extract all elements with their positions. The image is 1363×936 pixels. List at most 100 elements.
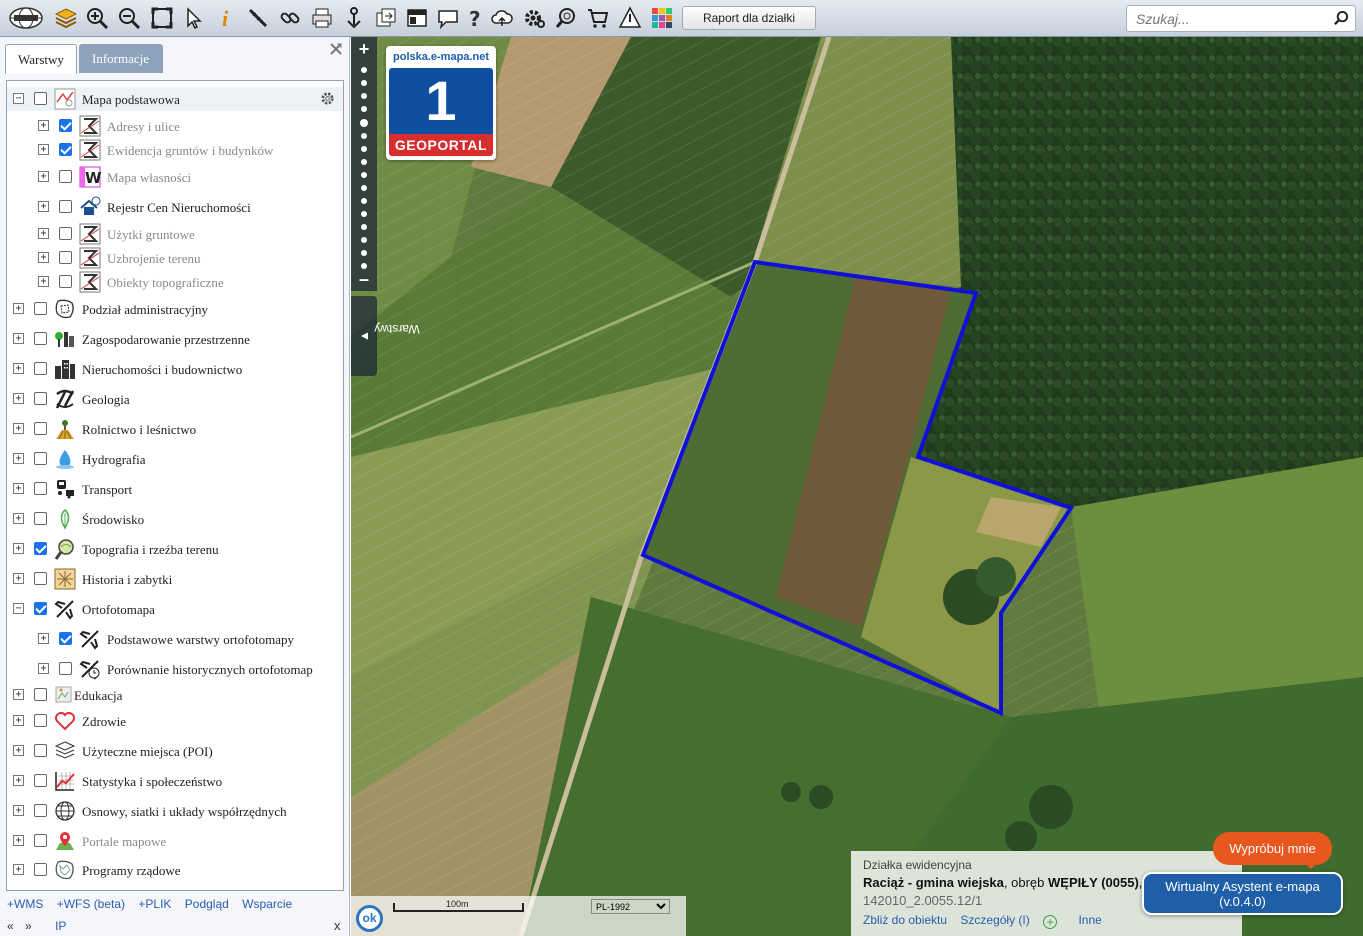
layer-row[interactable]: + Geologia (7, 387, 343, 411)
link-icon[interactable] (277, 5, 303, 31)
add-circle-icon[interactable]: + (1043, 915, 1058, 929)
zoom-level-dot[interactable] (361, 80, 367, 86)
layer-checkbox[interactable] (34, 332, 47, 345)
layer-checkbox[interactable] (59, 251, 72, 264)
layer-row[interactable]: − Mapa podstawowa (7, 87, 343, 111)
layer-row[interactable]: + Podstawowe warstwy ortofotomapy (7, 627, 343, 651)
layer-row[interactable]: + Adresy i ulice (7, 114, 343, 138)
layer-row[interactable]: + Portale mapowe (7, 829, 343, 853)
layer-checkbox[interactable] (34, 92, 47, 105)
layer-row[interactable]: + Zagospodarowanie przestrzenne (7, 327, 343, 351)
layer-checkbox[interactable] (34, 512, 47, 525)
add-wms-link[interactable]: +WMS (7, 897, 43, 911)
expand-toggle[interactable]: + (13, 805, 24, 816)
expand-toggle[interactable]: + (38, 144, 49, 155)
layer-row[interactable]: − Ortofotomapa (7, 597, 343, 621)
layers-vertical-tab[interactable]: ▲ Warstwy (351, 296, 420, 376)
cart-icon[interactable] (585, 5, 611, 31)
layout-icon[interactable] (404, 5, 430, 31)
zoom-level-dot[interactable] (361, 159, 367, 165)
collapse-toggle[interactable]: − (13, 603, 24, 614)
color-grid-icon[interactable] (649, 5, 675, 31)
expand-toggle[interactable]: + (38, 276, 49, 287)
ip-link[interactable]: IP (55, 919, 66, 933)
find-icon[interactable] (553, 5, 579, 31)
expand-toggle[interactable]: + (13, 363, 24, 374)
add-wfs-link[interactable]: +WFS (beta) (57, 897, 125, 911)
layer-row[interactable]: + Użytki gruntowe (7, 222, 343, 246)
zoom-level-dot[interactable] (361, 67, 367, 73)
layer-checkbox[interactable] (34, 714, 47, 727)
layer-row[interactable]: + Osnowy, siatki i układy współrzędnych (7, 799, 343, 823)
measure-icon[interactable] (245, 5, 271, 31)
expand-toggle[interactable]: + (38, 201, 49, 212)
expand-toggle[interactable]: + (38, 228, 49, 239)
crs-select[interactable]: PL-1992 (591, 899, 670, 914)
zoom-level-dot[interactable] (361, 133, 367, 139)
tab-informacje[interactable]: Informacje (79, 44, 163, 73)
expand-toggle[interactable]: + (38, 633, 49, 644)
layer-checkbox[interactable] (34, 744, 47, 757)
layer-checkbox[interactable] (34, 362, 47, 375)
zoom-level-dot[interactable] (361, 211, 367, 217)
layer-checkbox[interactable] (59, 119, 72, 132)
zoom-in-icon[interactable] (84, 5, 110, 31)
layer-row[interactable]: + Statystyka i społeczeństwo (7, 769, 343, 793)
zoom-slider[interactable]: + – (351, 37, 377, 291)
layer-row[interactable]: + Hydrografia (7, 447, 343, 471)
zoom-level-dot[interactable] (360, 119, 368, 127)
pointer-icon[interactable] (181, 5, 207, 31)
ok-button[interactable]: ok (356, 905, 383, 932)
settings-icon[interactable] (521, 5, 547, 31)
layer-checkbox[interactable] (34, 804, 47, 817)
help-icon[interactable]: ? (463, 5, 489, 31)
panel-collapse-icon[interactable] (328, 41, 344, 57)
expand-toggle[interactable]: + (13, 453, 24, 464)
add-file-link[interactable]: +PLIK (138, 897, 171, 911)
zoom-level-dot[interactable] (361, 185, 367, 191)
zoom-out-icon[interactable] (116, 5, 142, 31)
raport-dla-dzialki-button[interactable]: Raport dla działki (682, 6, 816, 30)
expand-toggle[interactable]: + (13, 423, 24, 434)
nav-next-button[interactable]: » (25, 919, 32, 933)
zoom-level-dot[interactable] (361, 146, 367, 152)
cloud-upload-icon[interactable] (489, 5, 515, 31)
expand-toggle[interactable]: + (38, 663, 49, 674)
layer-checkbox[interactable] (34, 863, 47, 876)
layer-settings-icon[interactable] (320, 91, 335, 106)
layer-checkbox[interactable] (59, 662, 72, 675)
expand-toggle[interactable]: + (38, 171, 49, 182)
layer-checkbox[interactable] (34, 542, 47, 555)
map-view[interactable] (351, 37, 1363, 936)
zoom-level-dot[interactable] (361, 198, 367, 204)
layer-checkbox[interactable] (34, 688, 47, 701)
expand-toggle[interactable]: + (13, 333, 24, 344)
layer-checkbox[interactable] (34, 602, 47, 615)
layers-icon[interactable] (53, 5, 79, 31)
layer-row[interactable]: + Ewidencja gruntów i budynków (7, 138, 343, 162)
layer-row[interactable]: + Obiekty topograficzne (7, 270, 343, 294)
expand-toggle[interactable]: + (13, 573, 24, 584)
layer-row[interactable]: + Zdrowie (7, 709, 343, 733)
layer-checkbox[interactable] (34, 422, 47, 435)
details-link[interactable]: Szczegóły (I) (960, 913, 1029, 927)
layer-row[interactable]: + Edukacja (7, 683, 343, 707)
comment-icon[interactable] (435, 5, 461, 31)
zoom-level-dot[interactable] (361, 106, 367, 112)
layer-checkbox[interactable] (34, 392, 47, 405)
layer-row[interactable]: + Transport (7, 477, 343, 501)
virtual-assistant-button[interactable]: Wirtualny Asystent e-mapa (v.0.4.0) (1142, 872, 1343, 915)
other-link[interactable]: Inne (1078, 913, 1101, 927)
expand-toggle[interactable]: + (13, 864, 24, 875)
expand-toggle[interactable]: + (13, 513, 24, 524)
search-icon[interactable] (1333, 10, 1350, 27)
expand-toggle[interactable]: + (13, 689, 24, 700)
layer-checkbox[interactable] (34, 834, 47, 847)
zoom-level-dot[interactable] (361, 93, 367, 99)
zoom-level-dot[interactable] (361, 250, 367, 256)
expand-toggle[interactable]: + (13, 745, 24, 756)
layer-row[interactable]: + Programy rządowe (7, 858, 343, 882)
expand-toggle[interactable]: + (13, 483, 24, 494)
nav-prev-button[interactable]: « (7, 919, 14, 933)
expand-toggle[interactable]: + (38, 120, 49, 131)
